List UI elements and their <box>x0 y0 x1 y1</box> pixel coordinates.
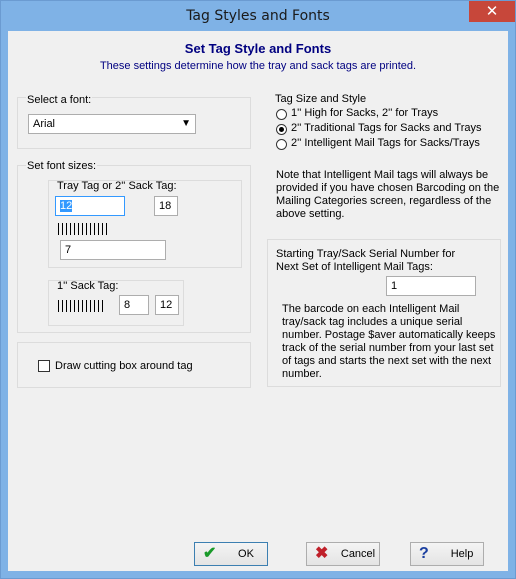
font-sizes-panel: Set font sizes: Tray Tag or 2'' Sack Tag… <box>17 160 251 333</box>
tag-style-option-1[interactable]: 1'' High for Sacks, 2'' for Trays <box>291 107 438 119</box>
note-line-2: provided if you have chosen Barcoding on… <box>276 182 500 194</box>
serial-panel: Starting Tray/Sack Serial Number for Nex… <box>267 239 501 387</box>
tray-tag-font-size-value: 12 <box>60 200 73 212</box>
sack-tag-barcode-size-value: 8 <box>124 299 131 311</box>
dialog-body: Set Tag Style and Fonts These settings d… <box>8 31 508 571</box>
tag-style-radio-2[interactable] <box>276 124 287 135</box>
serial-desc-line-6: number. <box>282 368 322 380</box>
tag-style-option-2[interactable]: 2'' Traditional Tags for Sacks and Trays <box>291 122 481 134</box>
cancel-button-label: Cancel <box>340 548 376 560</box>
tray-tag-barcode-size-input[interactable]: 7 <box>60 240 166 260</box>
tray-tag-large-size-value: 18 <box>159 200 172 212</box>
tray-tag-label: Tray Tag or 2'' Sack Tag: <box>57 180 177 192</box>
cutting-box-label[interactable]: Draw cutting box around tag <box>55 360 193 372</box>
serial-number-input[interactable]: 1 <box>386 276 476 296</box>
checkmark-icon: ✔ <box>203 545 217 562</box>
help-button-label: Help <box>450 548 474 560</box>
sack-tag-barcode-size-input[interactable]: 8 <box>119 295 149 315</box>
font-sizes-label: Set font sizes: <box>26 160 98 172</box>
ok-button-label: OK <box>238 548 254 560</box>
tag-style-option-3[interactable]: 2'' Intelligent Mail Tags for Sacks/Tray… <box>291 137 480 149</box>
close-button[interactable]: ✕ <box>469 1 515 22</box>
sack-tag-font-size-input[interactable]: 12 <box>155 295 179 315</box>
serial-desc-line-4: track of the serial number from your las… <box>282 342 494 354</box>
tag-style-label: Tag Size and Style <box>275 93 367 105</box>
note-line-1: Note that Intelligent Mail tags will alw… <box>276 169 489 181</box>
window-title: Tag Styles and Fonts <box>186 8 330 24</box>
font-select[interactable]: Arial ▼ <box>28 114 196 134</box>
dialog-window: Tag Styles and Fonts ✕ Set Tag Style and… <box>0 0 516 579</box>
question-icon: ? <box>419 545 429 562</box>
serial-desc-line-1: The barcode on each Intelligent Mail <box>282 303 460 315</box>
serial-label-line-1: Starting Tray/Sack Serial Number for <box>276 248 456 260</box>
chevron-down-icon: ▼ <box>181 118 191 129</box>
cancel-button[interactable]: ✖ Cancel <box>306 542 380 566</box>
note-line-3: Mailing Categories screen, regardless of… <box>276 195 492 207</box>
serial-number-value: 1 <box>391 280 398 292</box>
font-select-value: Arial <box>33 118 56 130</box>
sack-tag-font-size-value: 12 <box>160 299 173 311</box>
sack-tag-label: 1'' Sack Tag: <box>57 280 119 292</box>
x-icon: ✖ <box>315 545 329 562</box>
tray-tag-barcode-size-value: 7 <box>65 244 72 256</box>
tag-style-radio-3[interactable] <box>276 139 287 150</box>
close-icon: ✕ <box>485 2 499 20</box>
cutting-box-panel: Draw cutting box around tag <box>17 342 251 388</box>
serial-desc-line-2: tray/sack tag includes a unique serial <box>282 316 463 328</box>
tag-style-radio-1[interactable] <box>276 109 287 120</box>
barcode-icon <box>58 223 110 235</box>
tray-tag-font-size-input[interactable]: 12 <box>55 196 125 216</box>
note-line-4: above setting. <box>276 208 345 220</box>
dialog-subheading: These settings determine how the tray an… <box>99 60 417 72</box>
serial-desc-line-5: of tags and starts the next set with the… <box>282 355 492 367</box>
dialog-heading: Set Tag Style and Fonts <box>184 41 332 56</box>
sack-barcode-icon <box>58 300 106 312</box>
ok-button[interactable]: ✔ OK <box>194 542 268 566</box>
serial-desc-line-3: number. Postage $aver automatically keep… <box>282 329 496 341</box>
font-label: Select a font: <box>26 94 93 106</box>
help-button[interactable]: ? Help <box>410 542 484 566</box>
cutting-box-checkbox[interactable] <box>38 360 50 372</box>
font-panel: Select a font: Arial ▼ <box>17 94 251 149</box>
title-bar[interactable]: Tag Styles and Fonts ✕ <box>1 1 515 31</box>
serial-label-line-2: Next Set of Intelligent Mail Tags: <box>276 261 433 273</box>
tray-tag-large-size-input[interactable]: 18 <box>154 196 178 216</box>
